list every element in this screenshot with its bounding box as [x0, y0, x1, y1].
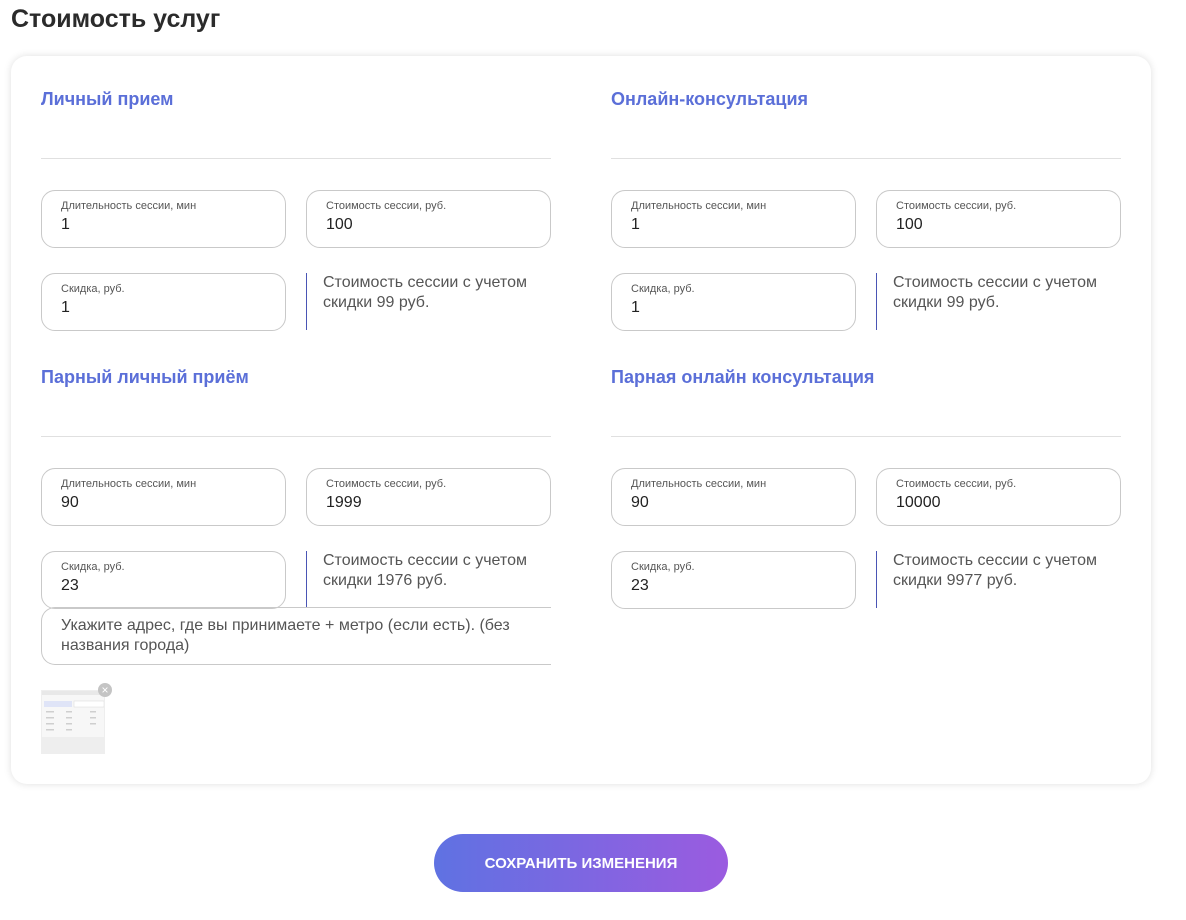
- field-label: Длительность сессии, мин: [61, 200, 197, 212]
- services-pricing-card: Личный прием Длительность сессии, мин 1 …: [11, 56, 1151, 784]
- section-online: Онлайн-консультация Длительность сессии,…: [611, 83, 1121, 333]
- duration-field[interactable]: Длительность сессии, мин 1: [611, 190, 856, 248]
- section-pair-online: Парная онлайн консультация Длительность …: [611, 361, 1121, 611]
- discount-field[interactable]: Скидка, руб. 1: [41, 273, 286, 331]
- field-value[interactable]: 23: [61, 577, 79, 595]
- field-value[interactable]: 90: [61, 494, 79, 512]
- field-value[interactable]: 100: [896, 216, 923, 234]
- field-label: Скидка, руб.: [631, 561, 695, 573]
- field-value[interactable]: 23: [631, 577, 649, 595]
- field-label: Скидка, руб.: [61, 561, 125, 573]
- discount-field[interactable]: Скидка, руб. 23: [41, 551, 286, 609]
- field-label: Стоимость сессии, руб.: [326, 200, 447, 212]
- price-field[interactable]: Стоимость сессии, руб. 1999: [306, 468, 551, 526]
- discounted-price-text: Стоимость сессии с учетом скидки 9977 ру…: [893, 552, 1097, 589]
- close-icon[interactable]: ×: [98, 683, 112, 697]
- field-label: Скидка, руб.: [631, 283, 695, 295]
- field-label: Стоимость сессии, руб.: [896, 200, 1017, 212]
- section-pair-in-person: Парный личный приём Длительность сессии,…: [41, 361, 551, 611]
- duration-field[interactable]: Длительность сессии, мин 1: [41, 190, 286, 248]
- field-value[interactable]: 1: [61, 299, 70, 317]
- field-value[interactable]: 100: [326, 216, 353, 234]
- section-divider: [611, 158, 1121, 159]
- field-label: Скидка, руб.: [61, 283, 125, 295]
- discounted-price-note: Стоимость сессии с учетом скидки 99 руб.: [306, 273, 551, 330]
- page-title: Стоимость услуг: [11, 5, 221, 33]
- discount-field[interactable]: Скидка, руб. 23: [611, 551, 856, 609]
- section-title: Парная онлайн консультация: [611, 367, 875, 387]
- section-title: Личный прием: [41, 89, 174, 109]
- address-placeholder: Укажите адрес, где вы принимаете + метро…: [61, 617, 510, 654]
- section-divider: [41, 158, 551, 159]
- section-in-person: Личный прием Длительность сессии, мин 1 …: [41, 83, 551, 333]
- field-value[interactable]: 10000: [896, 494, 941, 512]
- field-value[interactable]: 1: [631, 216, 640, 234]
- discounted-price-note: Стоимость сессии с учетом скидки 99 руб.: [876, 273, 1121, 330]
- address-input[interactable]: Укажите адрес, где вы принимаете + метро…: [41, 607, 551, 665]
- discounted-price-note: Стоимость сессии с учетом скидки 1976 ру…: [306, 551, 551, 608]
- price-field[interactable]: Стоимость сессии, руб. 10000: [876, 468, 1121, 526]
- section-title: Парный личный приём: [41, 367, 249, 387]
- field-label: Стоимость сессии, руб.: [326, 478, 447, 490]
- discounted-price-note: Стоимость сессии с учетом скидки 9977 ру…: [876, 551, 1121, 608]
- uploaded-image-thumbnail[interactable]: [41, 690, 105, 754]
- section-divider: [41, 436, 551, 437]
- duration-field[interactable]: Длительность сессии, мин 90: [41, 468, 286, 526]
- save-changes-button[interactable]: СОХРАНИТЬ ИЗМЕНЕНИЯ: [434, 834, 728, 892]
- field-label: Стоимость сессии, руб.: [896, 478, 1017, 490]
- field-label: Длительность сессии, мин: [61, 478, 197, 490]
- section-title: Онлайн-консультация: [611, 89, 809, 109]
- section-divider: [611, 436, 1121, 437]
- field-label: Длительность сессии, мин: [631, 200, 767, 212]
- field-label: Длительность сессии, мин: [631, 478, 767, 490]
- field-value[interactable]: 1999: [326, 494, 362, 512]
- discounted-price-text: Стоимость сессии с учетом скидки 99 руб.: [323, 274, 527, 311]
- field-value[interactable]: 1: [61, 216, 70, 234]
- duration-field[interactable]: Длительность сессии, мин 90: [611, 468, 856, 526]
- discount-field[interactable]: Скидка, руб. 1: [611, 273, 856, 331]
- price-field[interactable]: Стоимость сессии, руб. 100: [306, 190, 551, 248]
- screenshot-thumbnail-image: [42, 691, 104, 753]
- price-field[interactable]: Стоимость сессии, руб. 100: [876, 190, 1121, 248]
- discounted-price-text: Стоимость сессии с учетом скидки 1976 ру…: [323, 552, 527, 589]
- discounted-price-text: Стоимость сессии с учетом скидки 99 руб.: [893, 274, 1097, 311]
- field-value[interactable]: 1: [631, 299, 640, 317]
- field-value[interactable]: 90: [631, 494, 649, 512]
